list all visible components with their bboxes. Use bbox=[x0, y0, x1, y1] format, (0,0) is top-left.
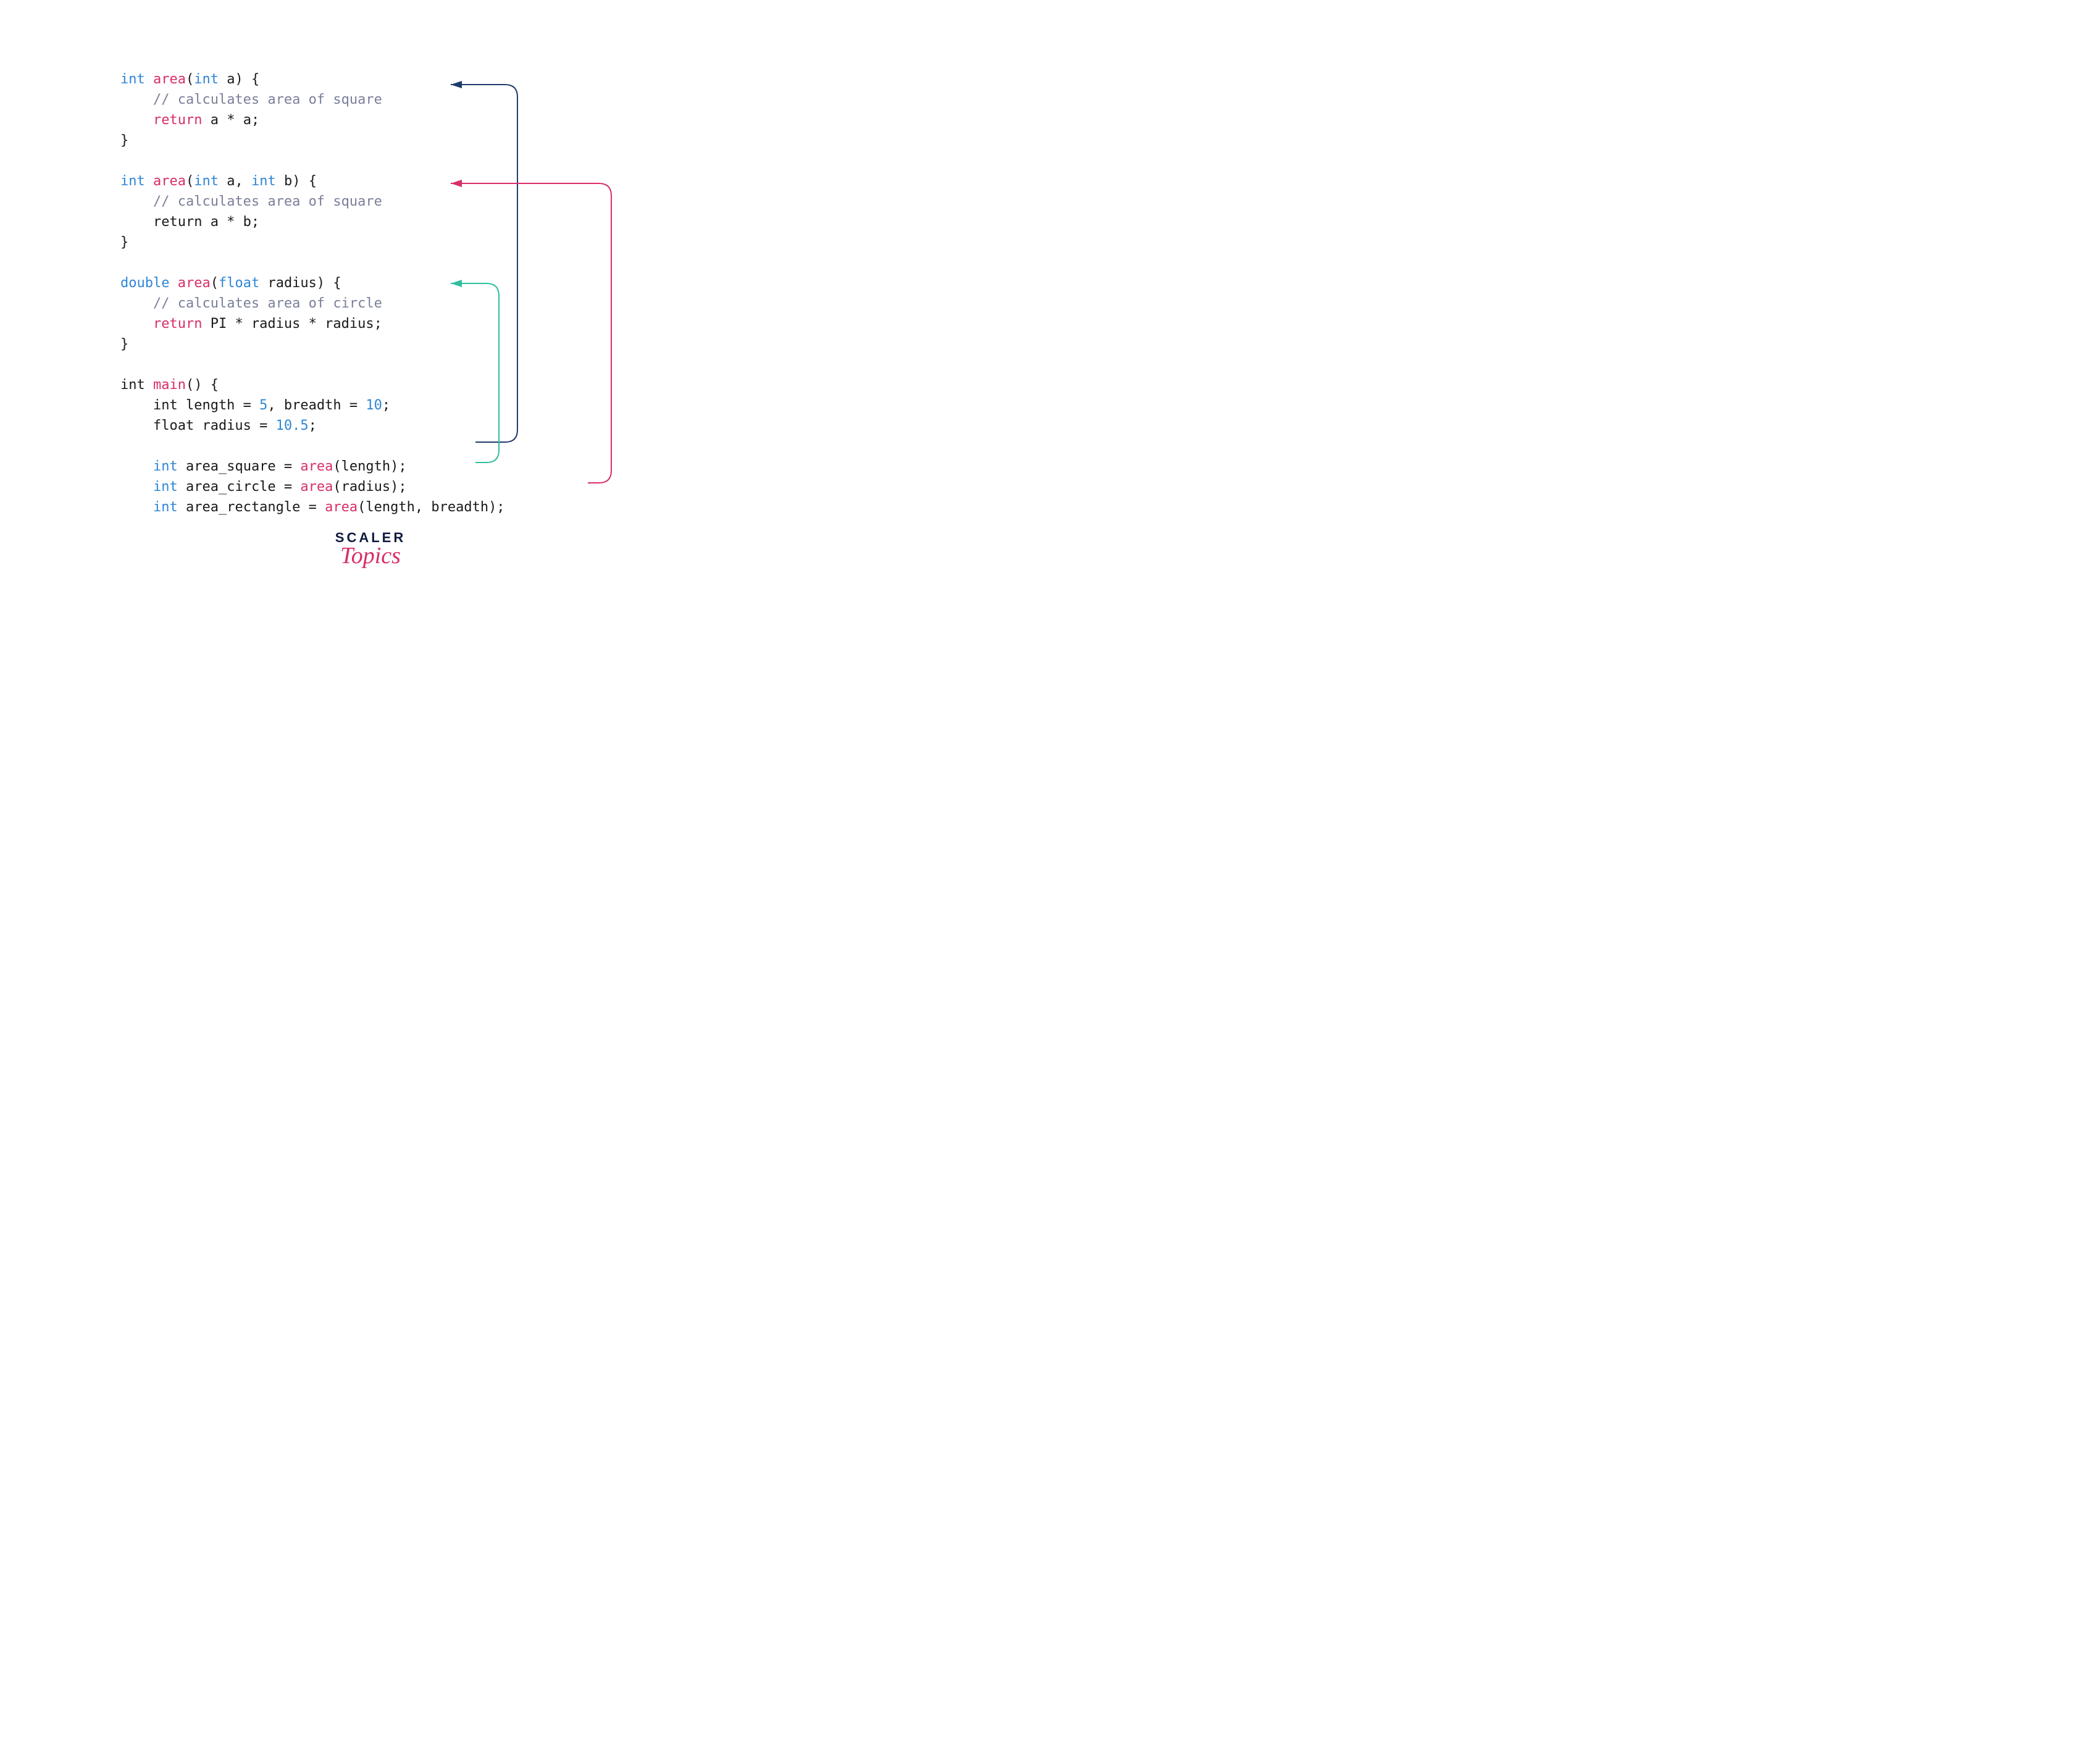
call-2-args: (radius); bbox=[333, 479, 406, 495]
fn-area-1: area bbox=[153, 72, 186, 87]
fn-main: main bbox=[153, 377, 186, 393]
code-block: int area(int a) { // calculates area of … bbox=[120, 69, 505, 517]
comment: // calculates area of square bbox=[153, 92, 382, 107]
type-int: int bbox=[153, 479, 178, 495]
type-double: double bbox=[120, 275, 169, 291]
type-int: int bbox=[153, 500, 178, 515]
param-type: int bbox=[194, 72, 219, 87]
fn-area-3: area bbox=[178, 275, 211, 291]
sig-tail: ) { bbox=[235, 72, 259, 87]
num-5: 5 bbox=[259, 398, 267, 413]
decl-1a: int length = bbox=[120, 398, 259, 413]
call-3-args: (length, breadth); bbox=[358, 500, 504, 515]
param-name: b bbox=[276, 174, 293, 189]
sig-tail: ) { bbox=[317, 275, 341, 291]
decl-2a: float radius = bbox=[120, 418, 276, 433]
type-int: int bbox=[120, 174, 145, 189]
return-expr: a * a; bbox=[202, 112, 259, 128]
call-area-2: area bbox=[300, 479, 333, 495]
scaler-topics-logo: SCALER Topics bbox=[335, 530, 406, 569]
logo-line2: Topics bbox=[335, 542, 406, 569]
diagram-viewport: int area(int a) { // calculates area of … bbox=[0, 0, 741, 617]
main-sig-1: int bbox=[120, 377, 153, 393]
call-2-mid: area_circle = bbox=[178, 479, 301, 495]
decl-1c: ; bbox=[382, 398, 390, 413]
call-1-args: (length); bbox=[333, 459, 406, 474]
decl-1b: , breadth = bbox=[267, 398, 366, 413]
param-name: radius bbox=[259, 275, 317, 291]
param-name: a, bbox=[219, 174, 251, 189]
num-10-5: 10.5 bbox=[276, 418, 309, 433]
call-3-mid: area_rectangle = bbox=[178, 500, 325, 515]
close-brace: } bbox=[120, 337, 128, 352]
decl-2b: ; bbox=[309, 418, 317, 433]
fn-area-2: area bbox=[153, 174, 186, 189]
close-brace: } bbox=[120, 133, 128, 148]
num-10: 10 bbox=[366, 398, 382, 413]
main-sig-2: () { bbox=[186, 377, 219, 393]
return-line: return a * b; bbox=[120, 214, 259, 230]
param-type: float bbox=[219, 275, 259, 291]
call-area-1: area bbox=[300, 459, 333, 474]
param-name: a bbox=[219, 72, 235, 87]
param-type: int bbox=[194, 174, 219, 189]
return-kw: return bbox=[153, 112, 202, 128]
return-kw: return bbox=[153, 316, 202, 332]
call-1-mid: area_square = bbox=[178, 459, 301, 474]
param-type: int bbox=[251, 174, 276, 189]
comment: // calculates area of square bbox=[153, 194, 382, 209]
close-brace: } bbox=[120, 235, 128, 250]
type-int: int bbox=[153, 459, 178, 474]
return-expr: PI * radius * radius; bbox=[202, 316, 382, 332]
sig-tail: ) { bbox=[292, 174, 317, 189]
comment: // calculates area of circle bbox=[153, 296, 382, 311]
type-int: int bbox=[120, 72, 145, 87]
call-area-3: area bbox=[325, 500, 358, 515]
